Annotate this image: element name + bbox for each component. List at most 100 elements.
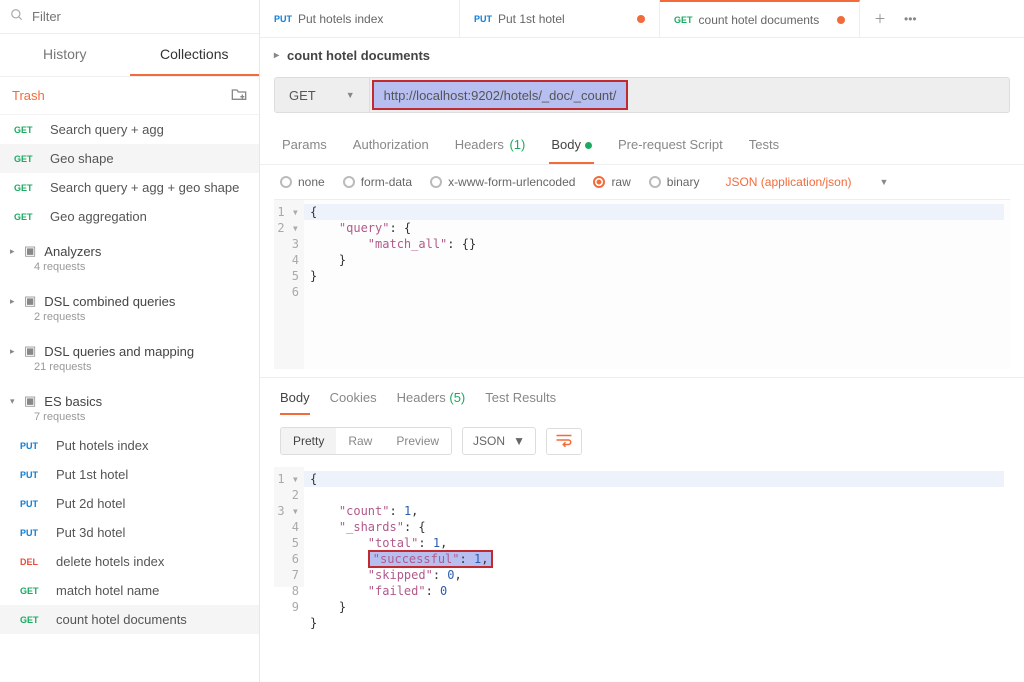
request-body-editor[interactable]: 1 ▾2 ▾3456 { "query": { "match_all": {} …: [274, 199, 1010, 369]
folder-icon: ▣: [24, 243, 36, 259]
main: PUTPut hotels index PUT Put 1st hotel GET…: [260, 0, 1024, 682]
url-input[interactable]: http://localhost:9202/hotels/_doc/_count…: [384, 88, 617, 103]
line-gutter: 1 ▾23 ▾456789: [274, 467, 304, 587]
request-item[interactable]: GET Search query + agg + geo shape: [0, 173, 259, 202]
radio-raw[interactable]: raw: [593, 175, 630, 189]
method-badge: GET: [20, 615, 50, 625]
request-name: delete hotels index: [56, 554, 164, 569]
tab-label: Put 1st hotel: [498, 12, 565, 26]
radio-binary[interactable]: binary: [649, 175, 700, 189]
request-tab[interactable]: GET count hotel documents: [660, 0, 860, 37]
wrap-lines-button[interactable]: [546, 428, 582, 455]
code-area: { "count": 1, "_shards": { "total": 1, "…: [304, 467, 1010, 587]
method-badge: PUT: [20, 499, 50, 509]
folder-count: 4 requests: [0, 261, 259, 281]
folder-es-basics[interactable]: ▾▣ES basics: [0, 381, 259, 411]
tab-overflow-button[interactable]: •••: [898, 8, 923, 30]
view-pretty[interactable]: Pretty: [281, 428, 336, 454]
tab-body[interactable]: Body: [549, 127, 594, 164]
resp-tab-cookies[interactable]: Cookies: [330, 390, 377, 415]
tab-prerequest[interactable]: Pre-request Script: [616, 127, 725, 164]
header-count: (1): [509, 137, 525, 152]
method-badge: PUT: [20, 528, 50, 538]
trash-label: Trash: [12, 88, 45, 103]
request-name: Geo aggregation: [50, 209, 147, 224]
response-tabs: Body Cookies Headers (5) Test Results: [260, 377, 1024, 415]
folder-name: DSL queries and mapping: [44, 344, 194, 359]
request-tabs: PUTPut hotels index PUT Put 1st hotel GET…: [260, 0, 1024, 38]
request-item[interactable]: GETSearch query + agg: [0, 115, 259, 144]
tab-actions: ＋ •••: [860, 6, 931, 31]
folder-count: 2 requests: [0, 311, 259, 331]
request-title: count hotel documents: [287, 48, 430, 63]
request-item[interactable]: GET Geo shape: [0, 144, 259, 173]
tab-headers[interactable]: Headers (1): [453, 127, 528, 164]
radio-icon: [280, 176, 292, 188]
method-badge: GET: [14, 212, 44, 222]
tab-history[interactable]: History: [0, 34, 130, 76]
radio-icon: [343, 176, 355, 188]
sidebar: History Collections Trash GETSearch quer…: [0, 0, 260, 682]
request-name: Put hotels index: [56, 438, 149, 453]
view-raw[interactable]: Raw: [336, 428, 384, 454]
chevron-right-icon: ▸: [274, 50, 279, 61]
chevron-right-icon: ▸: [10, 296, 20, 307]
radio-none[interactable]: none: [280, 175, 325, 189]
method-badge: GET: [674, 15, 693, 25]
folder-name: Analyzers: [44, 244, 101, 259]
folder-dsl-combined[interactable]: ▸▣DSL combined queries: [0, 281, 259, 311]
method-badge: DEL: [20, 557, 50, 567]
trash-row[interactable]: Trash: [0, 77, 259, 115]
tab-authorization[interactable]: Authorization: [351, 127, 431, 164]
chevron-down-icon: ▼: [513, 434, 525, 448]
chevron-down-icon: ▾: [10, 396, 20, 407]
filter-input[interactable]: [32, 9, 249, 24]
folder-dsl-queries[interactable]: ▸▣DSL queries and mapping: [0, 331, 259, 361]
tab-collections[interactable]: Collections: [130, 34, 260, 76]
request-item[interactable]: PUTPut 1st hotel: [0, 460, 259, 489]
tab-label: count hotel documents: [699, 13, 820, 27]
content-type-select[interactable]: JSON (application/json): [725, 175, 851, 189]
request-item[interactable]: PUTPut 2d hotel: [0, 489, 259, 518]
request-item[interactable]: PUT Put hotels index: [0, 431, 259, 460]
resp-tab-headers[interactable]: Headers (5): [397, 390, 466, 415]
request-tab[interactable]: PUT Put 1st hotel: [460, 0, 660, 37]
new-folder-icon[interactable]: [231, 87, 247, 104]
method-badge: GET: [14, 154, 44, 164]
chevron-right-icon: ▸: [10, 246, 20, 257]
method-badge: GET: [14, 183, 44, 193]
request-item[interactable]: GET count hotel documents: [0, 605, 259, 634]
resp-tab-tests[interactable]: Test Results: [485, 390, 556, 415]
radio-form-data[interactable]: form-data: [343, 175, 412, 189]
sidebar-tabs: History Collections: [0, 34, 259, 77]
view-preview[interactable]: Preview: [384, 428, 451, 454]
tab-tests[interactable]: Tests: [747, 127, 781, 164]
request-item[interactable]: GET Geo aggregation: [0, 202, 259, 231]
request-name: Search query + agg + geo shape: [50, 180, 239, 195]
new-tab-button[interactable]: ＋: [868, 6, 892, 31]
line-gutter: 1 ▾2 ▾3456: [274, 200, 304, 369]
chevron-down-icon: ▼: [346, 90, 355, 100]
request-item[interactable]: GETmatch hotel name: [0, 576, 259, 605]
tab-params[interactable]: Params: [280, 127, 329, 164]
view-mode-group: Pretty Raw Preview: [280, 427, 452, 455]
response-body-viewer[interactable]: 1 ▾23 ▾456789 { "count": 1, "_shards": {…: [274, 467, 1010, 587]
method-badge: PUT: [20, 441, 50, 451]
code-area[interactable]: { "query": { "match_all": {} } }: [304, 200, 1010, 369]
resp-tab-body[interactable]: Body: [280, 390, 310, 415]
method-badge: PUT: [474, 14, 492, 24]
request-item[interactable]: PUTPut 3d hotel: [0, 518, 259, 547]
request-name: count hotel documents: [56, 612, 187, 627]
request-title-row[interactable]: ▸ count hotel documents: [260, 38, 1024, 73]
request-name: Geo shape: [50, 151, 114, 166]
folder-analyzers[interactable]: ▸ ▣ Analyzers: [0, 231, 259, 261]
radio-urlencoded[interactable]: x-www-form-urlencoded: [430, 175, 575, 189]
folder-name: ES basics: [44, 394, 102, 409]
method-select[interactable]: GET ▼: [275, 78, 370, 112]
format-select[interactable]: JSON▼: [462, 427, 536, 455]
request-item[interactable]: DEL delete hotels index: [0, 547, 259, 576]
method-badge: PUT: [274, 14, 292, 24]
request-tab[interactable]: PUTPut hotels index: [260, 0, 460, 37]
dirty-indicator-icon: [637, 15, 645, 23]
folder-count: 21 requests: [0, 361, 259, 381]
